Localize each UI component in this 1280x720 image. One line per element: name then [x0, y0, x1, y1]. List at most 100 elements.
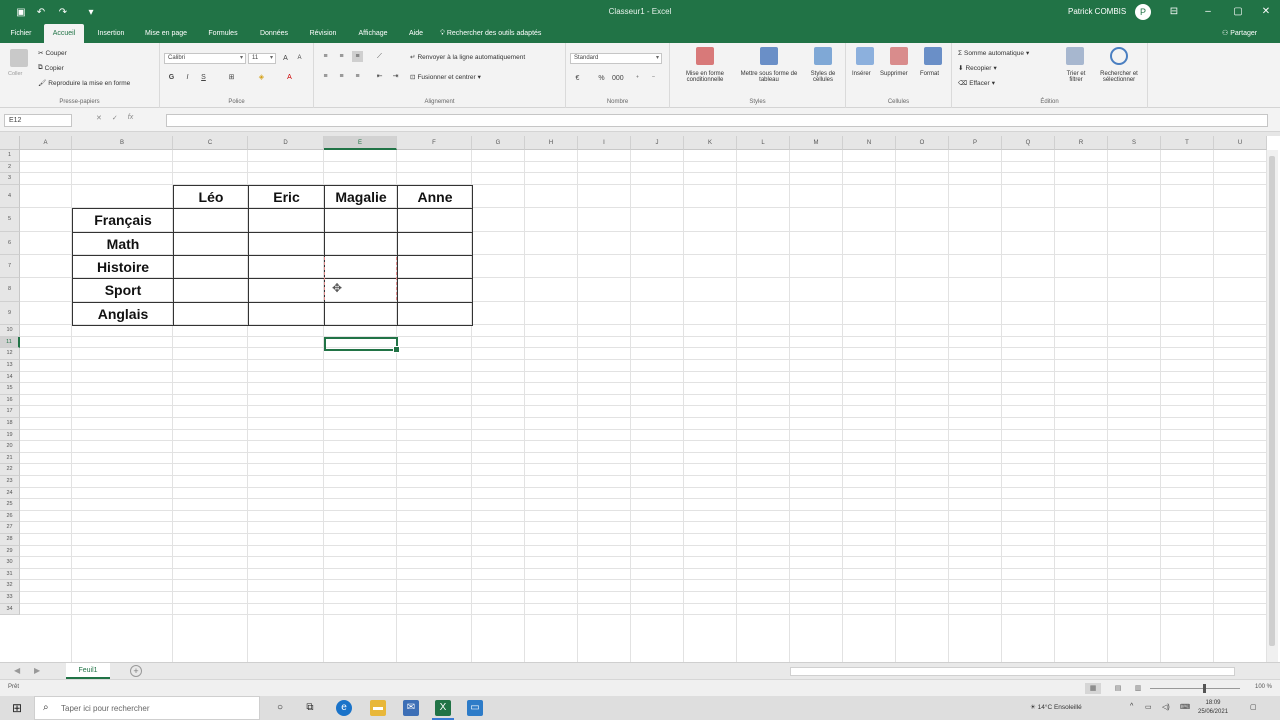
row-header-9[interactable]: 9 — [0, 301, 20, 326]
magnifier-icon[interactable] — [1110, 47, 1128, 65]
column-header-j[interactable]: J — [631, 136, 684, 150]
add-sheet-button[interactable]: + — [130, 665, 142, 677]
system-clock[interactable]: 18:09 25/06/2021 — [1198, 699, 1228, 717]
column-header-h[interactable]: H — [525, 136, 578, 150]
column-header-f[interactable]: F — [397, 136, 472, 150]
maximize-button[interactable]: ▢ — [1230, 4, 1246, 20]
worksheet-grid[interactable]: A B C D E F G H I J K L M N O P Q R S T U 1 2 3 4 5 6 7 8 9 10 11 12 13 14… — [0, 136, 1280, 662]
number-format-select[interactable]: Standard ▾ — [570, 53, 662, 64]
borders-icon[interactable]: ⊞ — [226, 72, 237, 83]
column-header-e[interactable]: E — [324, 136, 397, 150]
row-header-26[interactable]: 26 — [0, 510, 20, 523]
tray-expand-icon[interactable]: ^ — [1130, 703, 1133, 710]
row-header-8[interactable]: 8 — [0, 278, 20, 302]
task-view-icon[interactable]: ⧉ — [302, 700, 318, 716]
font-size-select[interactable]: 11 ▾ — [248, 53, 276, 64]
tab-donnees[interactable]: Données — [252, 24, 296, 43]
column-header-g[interactable]: G — [472, 136, 525, 150]
subject-cell[interactable]: Histoire — [72, 255, 174, 280]
zoom-slider-knob[interactable] — [1203, 684, 1206, 693]
insert-button[interactable]: Insérer — [852, 71, 871, 77]
orientation-icon[interactable]: ⟋ — [374, 51, 385, 62]
network-icon[interactable]: ▭ — [1145, 703, 1152, 711]
grade-cell[interactable] — [397, 278, 473, 303]
prev-sheet-icon[interactable]: ◀ — [14, 666, 20, 675]
conditional-format-icon[interactable] — [696, 47, 714, 65]
select-all-corner[interactable] — [0, 136, 20, 150]
decrease-indent-icon[interactable]: ⇤ — [374, 71, 385, 82]
column-header-t[interactable]: T — [1161, 136, 1214, 150]
cell-styles-button[interactable]: Styles de cellules — [804, 71, 842, 83]
row-header-12[interactable]: 12 — [0, 348, 20, 360]
font-name-select[interactable]: Calibri ▾ — [164, 53, 246, 64]
column-header-u[interactable]: U — [1214, 136, 1267, 150]
column-header-l[interactable]: L — [737, 136, 790, 150]
format-icon[interactable] — [924, 47, 942, 65]
edge-icon[interactable]: e — [336, 700, 352, 716]
windows-start-icon[interactable]: ⊞ — [10, 701, 24, 715]
autosum-button[interactable]: Σ Somme automatique ▾ — [958, 49, 1029, 58]
column-header-b[interactable]: B — [72, 136, 173, 150]
row-header-14[interactable]: 14 — [0, 371, 20, 384]
row-header-28[interactable]: 28 — [0, 534, 20, 546]
column-header-d[interactable]: D — [248, 136, 324, 150]
grade-cell[interactable] — [397, 231, 473, 256]
cortana-icon[interactable]: ○ — [272, 700, 288, 716]
grade-cell[interactable] — [248, 231, 325, 256]
page-break-view-icon[interactable]: ▥ — [1130, 683, 1146, 694]
column-header-m[interactable]: M — [790, 136, 843, 150]
minimize-button[interactable]: – — [1200, 4, 1216, 20]
tab-accueil[interactable]: Accueil — [44, 24, 84, 43]
grade-cell[interactable] — [397, 208, 473, 233]
close-button[interactable]: ✕ — [1258, 4, 1274, 20]
fill-color-icon[interactable]: ◈ — [256, 72, 267, 83]
subject-cell[interactable]: Math — [72, 231, 174, 256]
column-header-s[interactable]: S — [1108, 136, 1161, 150]
grade-cell[interactable] — [173, 278, 249, 303]
share-button[interactable]: ⚇ Partager — [1222, 24, 1257, 43]
normal-view-icon[interactable]: ▦ — [1085, 683, 1101, 694]
row-header-27[interactable]: 27 — [0, 522, 20, 534]
insert-icon[interactable] — [856, 47, 874, 65]
column-header-q[interactable]: Q — [1002, 136, 1055, 150]
paste-icon[interactable] — [10, 49, 28, 67]
row-header-22[interactable]: 22 — [0, 464, 20, 476]
row-header-21[interactable]: 21 — [0, 452, 20, 465]
format-as-table-button[interactable]: Mettre sous forme de tableau — [734, 71, 804, 83]
sheet-tab-feuil1[interactable]: Feuil1 — [66, 663, 110, 679]
cancel-icon[interactable]: ✕ — [96, 114, 102, 122]
active-cell-selection[interactable] — [324, 336, 400, 353]
align-middle-icon[interactable]: ≡ — [336, 51, 347, 62]
column-header-p[interactable]: P — [949, 136, 1002, 150]
row-header-13[interactable]: 13 — [0, 360, 20, 372]
row-header-32[interactable]: 32 — [0, 580, 20, 592]
cut-button[interactable]: ✂ Couper — [38, 49, 67, 58]
grade-cell[interactable] — [397, 255, 473, 280]
grade-cell[interactable] — [248, 255, 325, 280]
sort-filter-button[interactable]: Trier et filtrer — [1060, 71, 1092, 83]
formula-input[interactable] — [166, 114, 1268, 127]
row-header-18[interactable]: 18 — [0, 418, 20, 430]
tab-formules[interactable]: Formules — [200, 24, 246, 43]
tab-insertion[interactable]: Insertion — [90, 24, 132, 43]
delete-icon[interactable] — [890, 47, 908, 65]
row-header-1[interactable]: 1 — [0, 150, 20, 162]
row-header-3[interactable]: 3 — [0, 173, 20, 185]
decrease-decimal-icon[interactable]: ⁻ — [648, 73, 659, 84]
paste-button[interactable]: Coller — [8, 71, 22, 77]
table-header-cell[interactable]: Eric — [248, 184, 325, 210]
row-header-16[interactable]: 16 — [0, 394, 20, 407]
column-header-c[interactable]: C — [173, 136, 248, 150]
subject-cell[interactable]: Anglais — [72, 301, 174, 327]
avatar[interactable]: P — [1135, 4, 1151, 20]
enter-icon[interactable]: ✓ — [112, 114, 118, 122]
format-button[interactable]: Format — [920, 71, 939, 77]
format-table-icon[interactable] — [760, 47, 778, 65]
grade-cell[interactable] — [324, 301, 398, 327]
column-header-i[interactable]: I — [578, 136, 631, 150]
column-header-o[interactable]: O — [896, 136, 949, 150]
row-header-4[interactable]: 4 — [0, 184, 20, 209]
tab-fichier[interactable]: Fichier — [4, 24, 38, 43]
delete-button[interactable]: Supprimer — [880, 71, 908, 77]
bold-button[interactable]: G — [166, 72, 177, 83]
